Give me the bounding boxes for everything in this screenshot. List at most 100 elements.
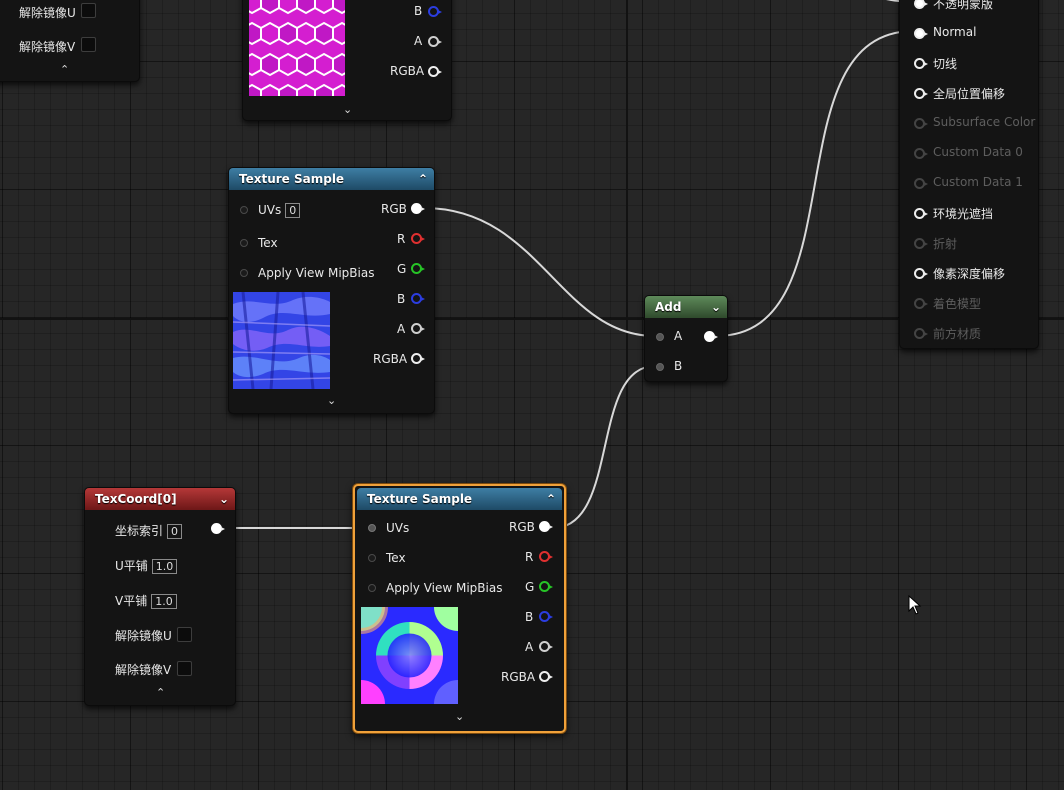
- result-input-pin[interactable]: [914, 0, 928, 9]
- output-rgba-pin[interactable]: [539, 671, 553, 682]
- output-b-pin[interactable]: [539, 611, 553, 622]
- chevron-up-icon[interactable]: ⌃: [60, 63, 69, 76]
- result-input-pin[interactable]: [914, 88, 928, 99]
- output-a-pin[interactable]: [411, 323, 425, 334]
- result-input-pin[interactable]: [914, 178, 928, 189]
- material-result-node[interactable]: 不透明蒙版 Normal 切线全局位置偏移 Subsurface Color Custo…: [899, 0, 1039, 349]
- top-texture-sample-node[interactable]: B A RGBA ⌄: [242, 0, 452, 121]
- result-input-label: 不透明蒙版: [933, 0, 994, 11]
- tex-input-pin[interactable]: [368, 554, 376, 562]
- node-title: TexCoord[0]: [95, 492, 177, 506]
- input-b-label: B: [674, 359, 683, 373]
- input-b-pin[interactable]: [656, 363, 664, 371]
- mipbias-input-label: Apply View MipBias: [386, 581, 503, 595]
- node-header[interactable]: Texture Sample ⌃: [357, 488, 562, 510]
- chevron-down-icon[interactable]: ⌄: [343, 103, 352, 116]
- output-b-pin[interactable]: [411, 293, 425, 304]
- result-input-label: 全局位置偏移: [933, 87, 1006, 101]
- output-pin[interactable]: [211, 523, 225, 534]
- output-rgba-label: RGBA: [373, 352, 408, 366]
- result-input-label: 折射: [933, 237, 958, 251]
- result-input-pin[interactable]: [914, 268, 928, 279]
- output-g-pin[interactable]: [411, 263, 425, 274]
- result-input-label: Normal: [933, 25, 977, 39]
- input-a-pin[interactable]: [656, 333, 664, 341]
- v-tiling-field[interactable]: 1.0: [151, 594, 177, 609]
- coord-index-field[interactable]: 0: [167, 524, 183, 539]
- texture-sample-node-2[interactable]: Texture Sample ⌃ UVs Tex Apply View MipBi…: [334, 484, 566, 733]
- tex-input-label: Tex: [258, 236, 278, 250]
- output-b-label: B: [397, 292, 406, 306]
- node-title: Texture Sample: [367, 492, 473, 506]
- result-input-pin[interactable]: [914, 238, 928, 249]
- texture-sample-node-1[interactable]: Texture Sample ⌃ UVs 0 Tex Apply View MipB…: [228, 167, 435, 414]
- output-rgb-label: RGB: [381, 202, 407, 216]
- top-left-texcoord-node[interactable]: 解除镜像U 解除镜像V ⌃: [0, 0, 140, 82]
- add-node[interactable]: Add ⌄ A B: [644, 295, 728, 382]
- result-input-pin[interactable]: [914, 118, 928, 129]
- node-header[interactable]: Texture Sample ⌃: [229, 168, 434, 190]
- collapse-icon[interactable]: ⌃: [418, 168, 428, 190]
- mipbias-input-pin[interactable]: [240, 269, 248, 277]
- result-input-label: Subsurface Color: [933, 115, 1036, 129]
- result-input-label: 环境光遮挡: [933, 207, 994, 221]
- node-title: Texture Sample: [239, 172, 345, 186]
- output-rgb-pin[interactable]: [539, 521, 553, 532]
- output-a-label: A: [414, 34, 423, 48]
- wire-ts1-rgb-to-add-a: [423, 207, 656, 337]
- mouse-cursor-icon: [908, 595, 922, 615]
- chevron-up-icon[interactable]: ⌃: [156, 686, 165, 699]
- unmirror-u-checkbox[interactable]: [81, 3, 96, 18]
- tex-input-label: Tex: [386, 551, 406, 565]
- mipbias-input-label: Apply View MipBias: [258, 266, 375, 280]
- texcoord-node[interactable]: TexCoord[0] ⌄ 坐标索引 0 U平铺 1.0 V平铺 1.0 解除镜像U 解…: [84, 487, 236, 706]
- input-a-label: A: [674, 329, 683, 343]
- result-input-pin[interactable]: [914, 298, 928, 309]
- u-tiling-field[interactable]: 1.0: [151, 559, 178, 574]
- texture-thumbnail-normal-sphere: [334, 580, 482, 728]
- uvs-input-label: UVs 0: [258, 203, 301, 218]
- result-input-pin[interactable]: [914, 208, 928, 219]
- unmirror-v-checkbox[interactable]: [177, 661, 192, 676]
- texture-thumbnail-hexagon: [249, 0, 345, 96]
- output-a-pin[interactable]: [428, 36, 442, 47]
- output-r-pin[interactable]: [539, 551, 553, 562]
- uvs-input-pin[interactable]: [240, 206, 248, 214]
- output-g-label: G: [397, 262, 407, 276]
- tex-input-pin[interactable]: [240, 239, 248, 247]
- output-pin[interactable]: [704, 331, 718, 342]
- mipbias-input-pin[interactable]: [368, 584, 376, 592]
- uvs-input-pin[interactable]: [368, 524, 376, 532]
- result-input-pin[interactable]: [914, 28, 928, 39]
- output-r-pin[interactable]: [411, 233, 425, 244]
- uvs-index-field[interactable]: 0: [285, 203, 301, 218]
- output-rgba-pin[interactable]: [411, 353, 425, 364]
- result-input-pin[interactable]: [914, 148, 928, 159]
- output-rgba-pin[interactable]: [428, 66, 442, 77]
- output-r-label: R: [397, 232, 406, 246]
- chevron-down-icon[interactable]: ⌄: [455, 710, 464, 723]
- unmirror-u-checkbox[interactable]: [177, 627, 192, 642]
- unmirror-u-label: 解除镜像U: [115, 629, 172, 643]
- result-input-pin[interactable]: [914, 58, 928, 69]
- output-g-pin[interactable]: [539, 581, 553, 592]
- collapse-icon[interactable]: ⌃: [546, 488, 556, 510]
- output-a-pin[interactable]: [539, 641, 553, 652]
- unmirror-u-label: 解除镜像U: [19, 6, 76, 20]
- node-header[interactable]: TexCoord[0] ⌄: [85, 488, 235, 510]
- node-header[interactable]: Add ⌄: [645, 296, 727, 318]
- output-b-pin[interactable]: [428, 6, 442, 17]
- chevron-down-icon[interactable]: ⌄: [219, 488, 229, 510]
- result-input-label: Custom Data 0: [933, 145, 1023, 159]
- unmirror-v-checkbox[interactable]: [81, 37, 96, 52]
- output-rgb-label: RGB: [509, 520, 535, 534]
- chevron-down-icon[interactable]: ⌄: [327, 394, 336, 407]
- output-rgb-pin[interactable]: [411, 203, 425, 214]
- result-input-label: 切线: [933, 57, 958, 71]
- output-b-label: B: [414, 4, 423, 18]
- unmirror-v-label: 解除镜像V: [115, 663, 172, 677]
- chevron-down-icon[interactable]: ⌄: [711, 296, 721, 318]
- output-a-label: A: [397, 322, 406, 336]
- result-input-label: Custom Data 1: [933, 175, 1023, 189]
- result-input-pin[interactable]: [914, 328, 928, 339]
